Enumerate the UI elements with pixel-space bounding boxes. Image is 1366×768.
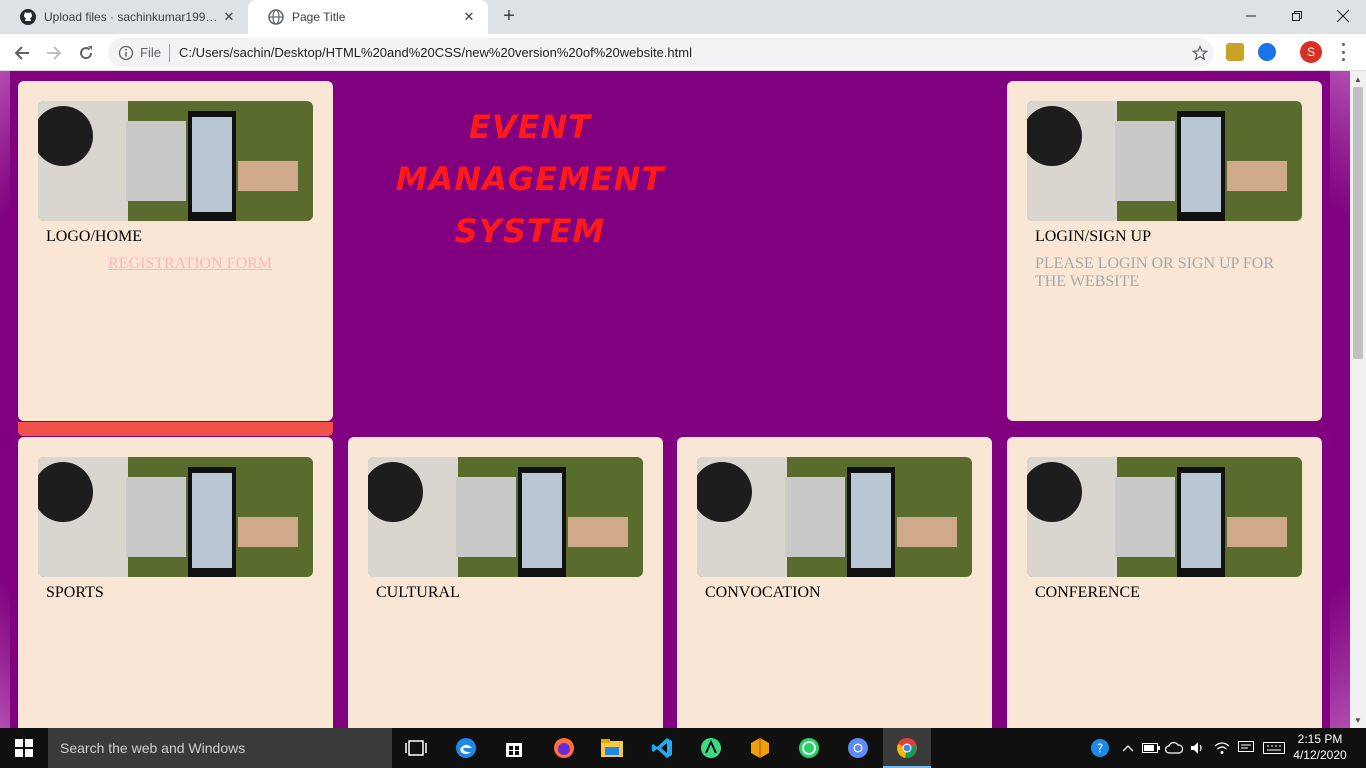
bookmark-star-icon[interactable]	[1186, 44, 1214, 61]
tab-close-icon[interactable]: ✕	[220, 8, 238, 26]
vertical-scrollbar[interactable]: ▲ ▼	[1350, 71, 1366, 728]
registration-form-link[interactable]: REGISTRATION FORM	[108, 255, 272, 273]
accent-strip	[18, 422, 333, 436]
restore-icon[interactable]	[1274, 0, 1320, 32]
card-label: LOGO/HOME	[46, 228, 142, 245]
reload-icon[interactable]	[72, 39, 100, 67]
globe-icon	[268, 9, 284, 25]
title-line: EVENT	[468, 108, 592, 146]
clock-date: 4/12/2020	[1293, 748, 1347, 762]
scroll-down-icon[interactable]: ▼	[1350, 712, 1366, 728]
help-icon[interactable]: ?	[1090, 738, 1110, 758]
laptop-photo	[697, 457, 972, 577]
profile-avatar[interactable]: S	[1300, 41, 1322, 63]
card-label: CULTURAL	[376, 584, 460, 601]
tab-title: Page Title	[292, 10, 346, 24]
laptop-photo	[38, 101, 313, 221]
github-icon	[20, 9, 36, 25]
card-label: CONFERENCE	[1035, 584, 1140, 601]
android-studio-icon[interactable]	[697, 734, 725, 762]
package-icon[interactable]	[746, 734, 774, 762]
laptop-photo	[38, 457, 313, 577]
volume-icon[interactable]	[1188, 738, 1208, 758]
battery-icon[interactable]	[1141, 738, 1161, 758]
browser-toolbar: File C:/Users/sachin/Desktop/HTML%20and%…	[0, 34, 1366, 71]
title-line: SYSTEM	[454, 212, 606, 250]
file-explorer-icon[interactable]	[598, 734, 626, 762]
clock-time: 2:15 PM	[1297, 732, 1343, 746]
edge-icon[interactable]	[452, 734, 480, 762]
browser-menu-icon[interactable]	[1336, 43, 1350, 61]
info-icon[interactable]	[118, 45, 134, 61]
scheme-label: File	[140, 45, 161, 60]
address-bar[interactable]: File C:/Users/sachin/Desktop/HTML%20and%…	[108, 38, 1214, 67]
tab-title: Upload files · sachinkumar1999/le	[44, 10, 220, 24]
taskbar-search-input[interactable]: Search the web and Windows	[48, 728, 392, 768]
title-line: MANAGEMENT	[395, 160, 665, 198]
card-label[interactable]: LOGIN/SIGN UP	[1035, 228, 1151, 246]
laptop-photo	[1027, 457, 1302, 577]
close-window-icon[interactable]	[1320, 0, 1366, 32]
show-hidden-icons-icon[interactable]	[1118, 738, 1138, 758]
task-view-icon[interactable]	[402, 734, 430, 762]
cloud-icon[interactable]	[1164, 738, 1184, 758]
card-convocation[interactable]: CONVOCATION	[677, 437, 992, 728]
scroll-up-icon[interactable]: ▲	[1350, 71, 1366, 87]
chrome-icon[interactable]	[893, 734, 921, 762]
keyboard-icon[interactable]	[1262, 738, 1286, 758]
extension-image-icon[interactable]	[1226, 43, 1244, 61]
scrollbar-thumb[interactable]	[1353, 87, 1363, 359]
wifi-icon[interactable]	[1212, 738, 1232, 758]
chromium-icon[interactable]	[844, 734, 872, 762]
page-title: EVENT MANAGEMENT SYSTEM	[370, 101, 690, 257]
forward-arrow-icon[interactable]	[40, 39, 68, 67]
taskbar-clock[interactable]: 2:15 PM 4/12/2020	[1290, 731, 1350, 763]
url-text[interactable]: C:/Users/sachin/Desktop/HTML%20and%20CSS…	[179, 45, 1186, 60]
firefox-icon[interactable]	[550, 734, 578, 762]
laptop-photo	[368, 457, 643, 577]
card-login: LOGIN/SIGN UP PLEASE LOGIN OR SIGN UP FO…	[1007, 81, 1322, 421]
svg-text:?: ?	[1097, 742, 1103, 756]
whatsapp-icon[interactable]	[795, 734, 823, 762]
card-label: CONVOCATION	[705, 584, 821, 601]
card-conference[interactable]: CONFERENCE	[1007, 437, 1322, 728]
new-tab-button[interactable]: +	[498, 6, 520, 28]
card-sports[interactable]: SPORTS	[18, 437, 333, 728]
card-cultural[interactable]: CULTURAL	[348, 437, 663, 728]
windows-start-icon[interactable]	[0, 728, 48, 768]
address-separator	[168, 43, 170, 62]
minimize-icon[interactable]	[1228, 0, 1274, 32]
laptop-photo	[1027, 101, 1302, 221]
tab-github-upload[interactable]: Upload files · sachinkumar1999/le ✕	[0, 0, 248, 34]
tab-strip: Upload files · sachinkumar1999/le ✕ Page…	[0, 0, 1366, 34]
store-icon[interactable]	[500, 734, 528, 762]
card-label: SPORTS	[46, 584, 104, 601]
login-note: PLEASE LOGIN OR SIGN UP FOR THE WEBSITE	[1035, 255, 1274, 290]
tab-page-title[interactable]: Page Title ✕	[248, 0, 488, 34]
tab-close-icon[interactable]: ✕	[460, 8, 478, 26]
vscode-icon[interactable]	[648, 734, 676, 762]
back-arrow-icon[interactable]	[8, 39, 36, 67]
action-center-icon[interactable]	[1236, 738, 1256, 758]
windows-taskbar: Search the web and Windows ? 2:15 PM 4/1…	[0, 728, 1366, 768]
extension-search-icon[interactable]	[1258, 43, 1276, 61]
card-home: LOGO/HOME REGISTRATION FORM	[18, 81, 333, 421]
page-viewport: LOGO/HOME REGISTRATION FORM EVENT MANAGE…	[0, 71, 1350, 728]
